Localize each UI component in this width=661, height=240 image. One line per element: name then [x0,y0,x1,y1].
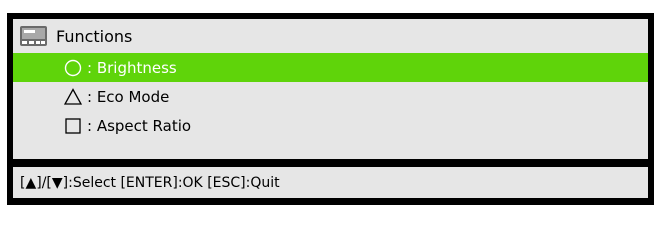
dialog-title: Functions [56,26,133,46]
menu-item-aspect-ratio[interactable]: : Aspect Ratio [13,111,648,140]
key-hint-text: [▲]/[▼]:Select [ENTER]:OK [ESC]:Quit [20,174,280,191]
square-icon [63,111,83,140]
functions-dialog: Functions : Brightness : Eco Mode: Aspe… [7,13,654,205]
projector-remote-icon [20,26,47,46]
menu-item-label: : Eco Mode [87,87,170,106]
menu-item-label: : Brightness [87,58,177,77]
functions-panel: Functions : Brightness : Eco Mode: Aspe… [13,19,648,159]
key-hint-bar: [▲]/[▼]:Select [ENTER]:OK [ESC]:Quit [13,167,648,198]
menu-item-label: : Aspect Ratio [87,116,192,135]
functions-header: Functions [13,19,648,53]
circle-icon [63,53,83,82]
triangle-icon [63,82,83,111]
menu-item-eco-mode[interactable]: : Eco Mode [13,82,648,111]
menu-item-brightness[interactable]: : Brightness [13,53,648,82]
